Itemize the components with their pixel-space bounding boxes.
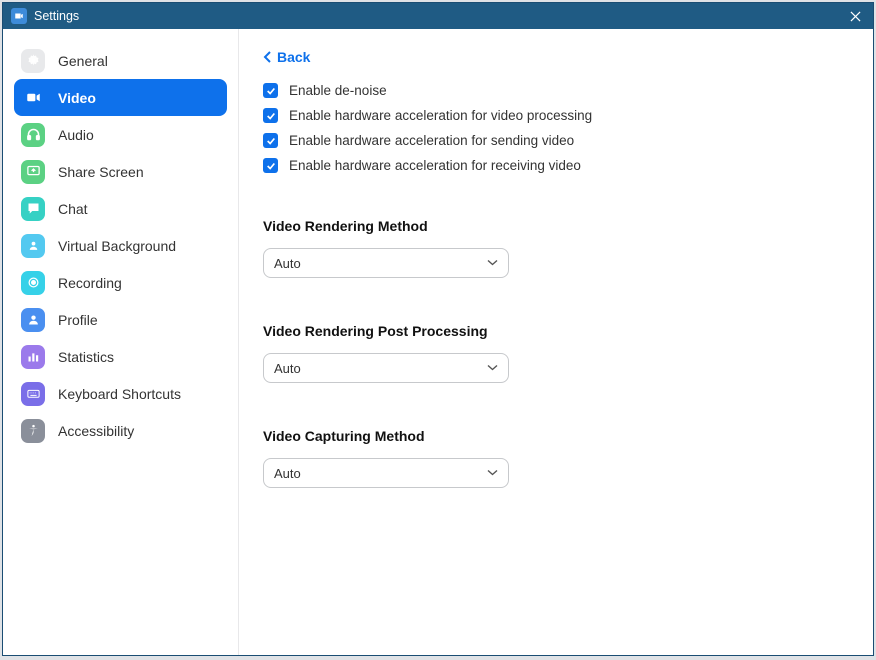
sidebar-item-video[interactable]: Video — [14, 79, 227, 116]
virtual-background-icon — [21, 234, 45, 258]
chat-icon — [21, 197, 45, 221]
body: General Video Audio Share Screen — [3, 29, 873, 655]
select-value: Auto — [274, 361, 487, 376]
sidebar-item-label: Recording — [58, 275, 122, 291]
sidebar: General Video Audio Share Screen — [3, 29, 239, 655]
sidebar-item-virtual-background[interactable]: Virtual Background — [14, 227, 227, 264]
sidebar-item-recording[interactable]: Recording — [14, 264, 227, 301]
sidebar-item-accessibility[interactable]: Accessibility — [14, 412, 227, 449]
gear-icon — [21, 49, 45, 73]
profile-icon — [21, 308, 45, 332]
share-screen-icon — [21, 160, 45, 184]
sidebar-item-label: Chat — [58, 201, 88, 217]
statistics-icon — [21, 345, 45, 369]
checkbox-row: Enable hardware acceleration for video p… — [263, 108, 853, 123]
sidebar-item-label: Audio — [58, 127, 94, 143]
sidebar-item-audio[interactable]: Audio — [14, 116, 227, 153]
sidebar-item-chat[interactable]: Chat — [14, 190, 227, 227]
checkbox-hw-receiving[interactable] — [263, 158, 278, 173]
chevron-down-icon — [487, 469, 498, 477]
back-label: Back — [277, 49, 310, 65]
section-post-processing: Video Rendering Post Processing Auto — [263, 323, 853, 383]
checkbox-label: Enable hardware acceleration for video p… — [289, 108, 592, 123]
sidebar-item-label: Video — [58, 90, 96, 106]
select-capturing-method[interactable]: Auto — [263, 458, 509, 488]
checkbox-label: Enable hardware acceleration for receivi… — [289, 158, 581, 173]
keyboard-icon — [21, 382, 45, 406]
checkbox-hw-processing[interactable] — [263, 108, 278, 123]
sidebar-item-statistics[interactable]: Statistics — [14, 338, 227, 375]
sidebar-item-label: Virtual Background — [58, 238, 176, 254]
app-icon — [11, 8, 27, 24]
sidebar-item-general[interactable]: General — [14, 42, 227, 79]
titlebar: Settings — [3, 3, 873, 29]
sidebar-item-label: General — [58, 53, 108, 69]
close-button[interactable] — [845, 6, 865, 26]
chevron-down-icon — [487, 259, 498, 267]
select-value: Auto — [274, 256, 487, 271]
accessibility-icon — [21, 419, 45, 443]
sidebar-item-keyboard-shortcuts[interactable]: Keyboard Shortcuts — [14, 375, 227, 412]
section-title: Video Rendering Post Processing — [263, 323, 853, 339]
section-title: Video Capturing Method — [263, 428, 853, 444]
headphones-icon — [21, 123, 45, 147]
checkbox-group: Enable de-noise Enable hardware accelera… — [263, 83, 853, 173]
video-icon — [21, 86, 45, 110]
sidebar-item-label: Statistics — [58, 349, 114, 365]
select-post-processing[interactable]: Auto — [263, 353, 509, 383]
window-title: Settings — [34, 9, 845, 23]
checkbox-row: Enable hardware acceleration for receivi… — [263, 158, 853, 173]
section-title: Video Rendering Method — [263, 218, 853, 234]
recording-icon — [21, 271, 45, 295]
section-capturing-method: Video Capturing Method Auto — [263, 428, 853, 488]
checkbox-hw-sending[interactable] — [263, 133, 278, 148]
section-rendering-method: Video Rendering Method Auto — [263, 218, 853, 278]
sidebar-item-label: Keyboard Shortcuts — [58, 386, 181, 402]
sidebar-item-label: Profile — [58, 312, 98, 328]
back-button[interactable]: Back — [263, 49, 310, 65]
checkbox-label: Enable de-noise — [289, 83, 387, 98]
checkbox-label: Enable hardware acceleration for sending… — [289, 133, 574, 148]
checkbox-denoise[interactable] — [263, 83, 278, 98]
sidebar-item-label: Share Screen — [58, 164, 144, 180]
sidebar-item-profile[interactable]: Profile — [14, 301, 227, 338]
content-panel: Back Enable de-noise Enable hardware acc… — [239, 29, 873, 655]
checkbox-row: Enable de-noise — [263, 83, 853, 98]
chevron-down-icon — [487, 364, 498, 372]
settings-window: Settings General Video — [2, 2, 874, 656]
checkbox-row: Enable hardware acceleration for sending… — [263, 133, 853, 148]
select-value: Auto — [274, 466, 487, 481]
sidebar-item-share-screen[interactable]: Share Screen — [14, 153, 227, 190]
select-rendering-method[interactable]: Auto — [263, 248, 509, 278]
sidebar-item-label: Accessibility — [58, 423, 134, 439]
chevron-left-icon — [263, 51, 273, 63]
